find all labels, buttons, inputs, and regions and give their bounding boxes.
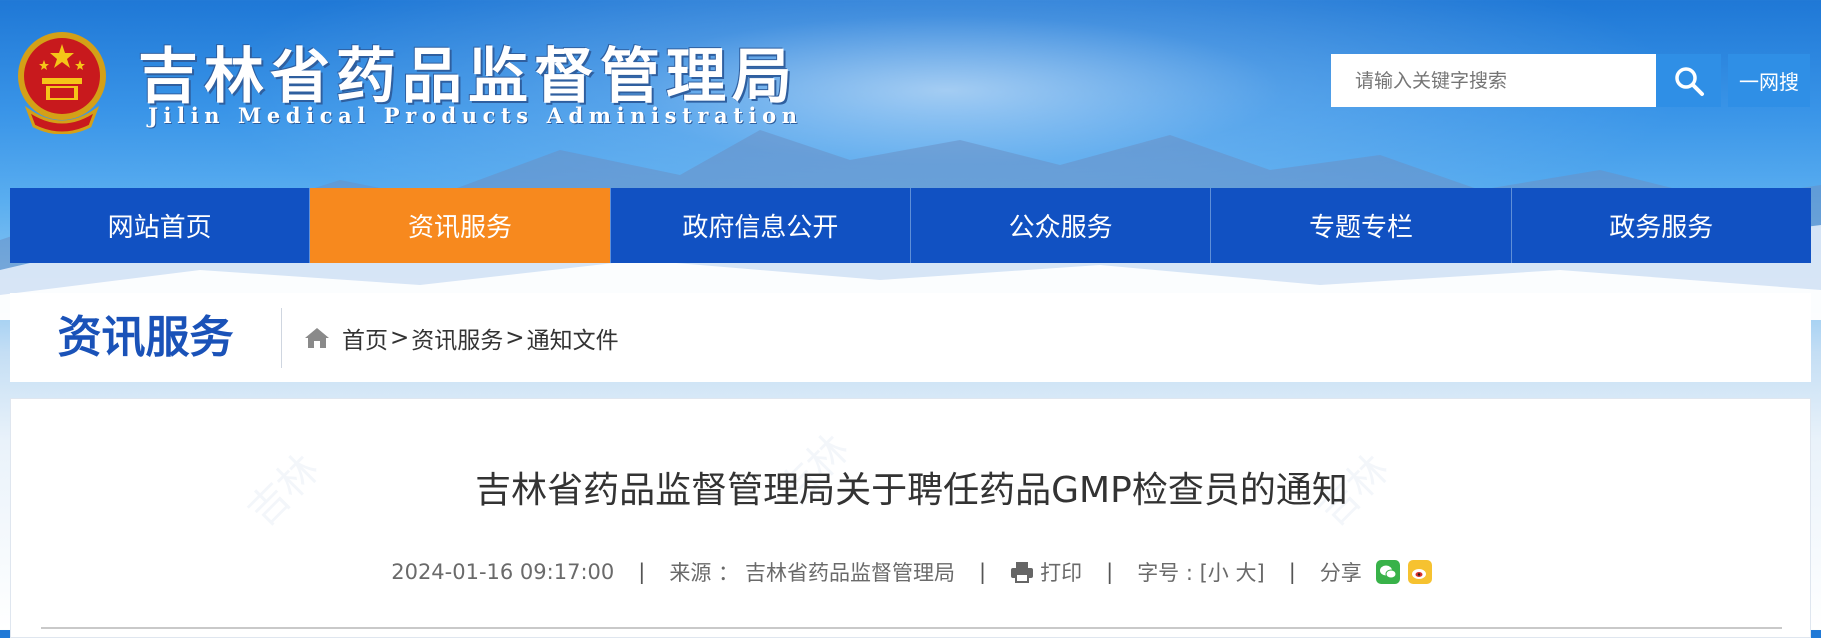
nav-item-gov-services[interactable]: 政务服务 [1511,188,1811,263]
search-input[interactable] [1331,54,1656,107]
search-icon [1674,66,1704,96]
site-title-english: Jilin Medical Products Administration [148,103,803,128]
search-button[interactable] [1656,54,1721,107]
nav-item-public-services[interactable]: 公众服务 [910,188,1212,263]
article-title: 吉林省药品监督管理局关于聘任药品GMP检查员的通知 [475,470,1348,511]
main-nav: 网站首页 资讯服务 政府信息公开 公众服务 专题专栏 政务服务 [10,188,1811,263]
print-button[interactable]: 打印 [1010,557,1082,587]
weibo-share-button[interactable] [1407,560,1432,584]
breadcrumb: 首页 > 资讯服务 > 通知文件 [342,321,619,355]
share-label: 分享 [1319,561,1362,585]
home-icon [305,327,329,348]
section-title: 资讯服务 [10,307,282,368]
breadcrumb-separator: > [390,324,410,351]
publish-datetime: 2024-01-16 09:17:00 [391,560,615,584]
nav-item-news-services[interactable]: 资讯服务 [310,188,611,263]
breadcrumb-notices[interactable]: 通知文件 [527,321,619,355]
divider [41,627,1782,629]
breadcrumb-news-services[interactable]: 资讯服务 [411,321,503,355]
breadcrumb-bar: 资讯服务 首页 > 资讯服务 > 通知文件 [10,293,1811,382]
print-icon [1011,562,1034,583]
wechat-share-button[interactable] [1375,560,1400,584]
wechat-icon [1379,565,1397,579]
nav-item-gov-info[interactable]: 政府信息公开 [610,188,911,263]
site-title: 吉林省药品监督管理局 [138,42,798,112]
breadcrumb-home[interactable]: 首页 [342,321,388,355]
national-emblem-icon [18,32,106,134]
print-label: 打印 [1040,561,1083,585]
nav-item-home[interactable]: 网站首页 [10,188,311,263]
source-value: 吉林省药品监督管理局 [745,561,956,585]
source-label: 来源 ： [669,561,740,585]
nav-item-special-topics[interactable]: 专题专栏 [1211,188,1512,263]
breadcrumb-separator: > [505,324,525,351]
font-size-control[interactable]: 字号 : [小 大] [1137,557,1265,587]
weibo-icon [1411,569,1426,579]
yiwang-search-button[interactable]: 一网搜 [1728,54,1810,107]
article-meta: 2024-01-16 09:17:00 | 来源 ： 吉林省药品监督管理局 | … [11,557,1812,587]
article-panel: 吉林 吉林 吉林 吉林省药品监督管理局关于聘任药品GMP检查员的通知 2024-… [10,398,1811,638]
